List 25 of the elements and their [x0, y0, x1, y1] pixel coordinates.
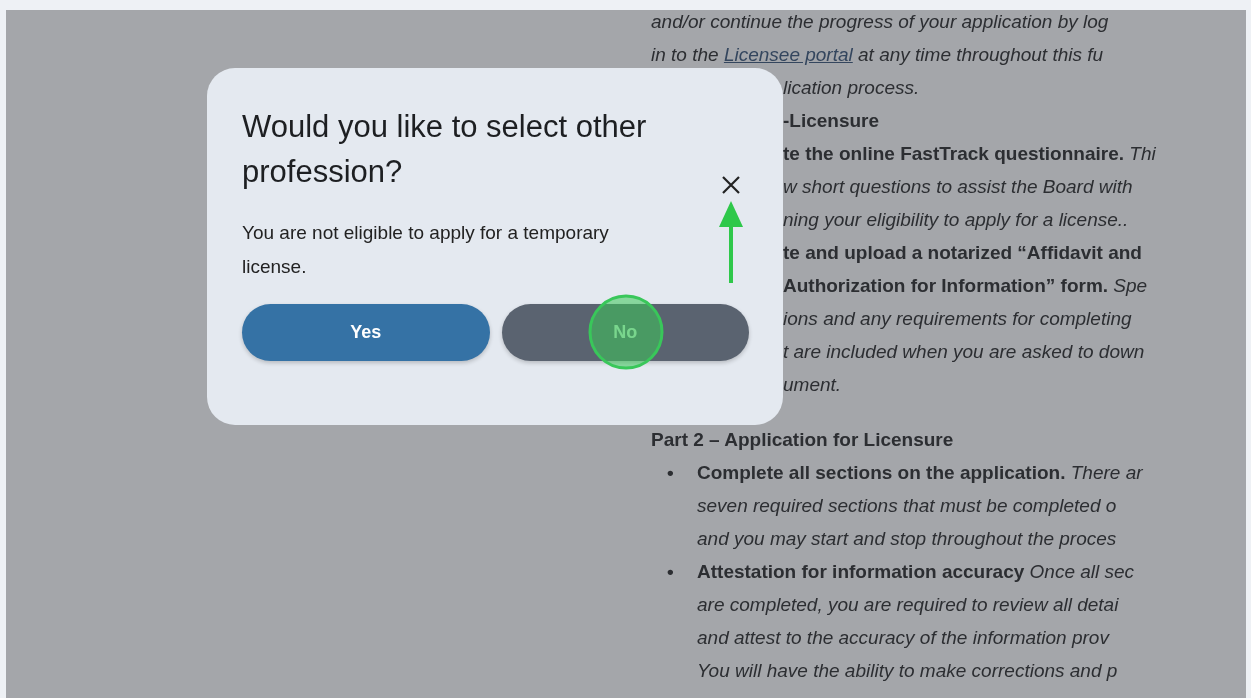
dialog-message: You are not eligible to apply for a temporary license. [242, 221, 610, 279]
paragraph-text: • Attestation for information accuracy Once all sec [667, 560, 1136, 584]
yes-button[interactable]: Yes [242, 304, 490, 361]
dialog-title: Would you like to select other profession? [242, 108, 648, 191]
paragraph-text: te and upload a notarized “Affidavit and [783, 241, 1143, 265]
paragraph-text: are completed, you are required to review all detai [697, 593, 1120, 617]
paragraph-text: and you may start and stop throughout the proces [697, 527, 1118, 551]
paragraph-text: lication process. [783, 76, 921, 100]
paragraph-text: • Complete all sections on the application. There ar [667, 461, 1144, 485]
paragraph-text: t are included when you are asked to down [783, 340, 1146, 364]
paragraph-text: in to the Licensee portal at any time throughout this fu [651, 38, 1246, 71]
paragraph-text: You will have the ability to make corrections and p [697, 659, 1119, 683]
close-icon[interactable] [721, 175, 741, 195]
paragraph-text: ions and any requirements for completing [783, 307, 1133, 331]
paragraph-text: te the online FastTrack questionnaire. Thi [783, 142, 1157, 166]
paragraph-text: seven required sections that must be completed o [697, 494, 1118, 518]
paragraph-text: -Licensure [783, 109, 881, 133]
paragraph-text: Authorization for Information” form. Spe [783, 274, 1149, 298]
section-heading: Part 2 – Application for Licensure [651, 428, 955, 452]
paragraph-text: and attest to the accuracy of the information prov [697, 626, 1111, 650]
paragraph-text: ument. [783, 373, 843, 397]
paragraph-text: ning your eligibility to apply for a license.. [783, 208, 1130, 232]
paragraph-text: and/or continue the progress of your application by log [651, 10, 1110, 34]
licensee-portal-link[interactable]: Licensee portal [723, 38, 853, 71]
paragraph-text: w short questions to assist the Board with [783, 175, 1134, 199]
